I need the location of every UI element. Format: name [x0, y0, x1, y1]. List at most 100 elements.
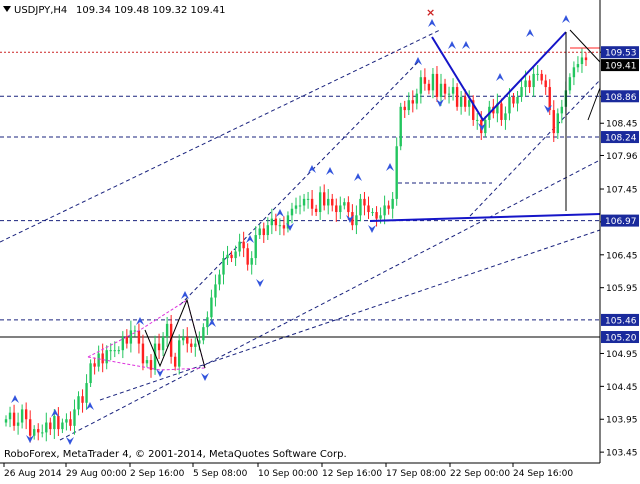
candle-body	[379, 215, 382, 219]
candle-body	[262, 228, 265, 236]
time-tick-label: 22 Sep 00:00	[450, 469, 510, 479]
candle-body	[508, 96, 511, 114]
candle-body	[125, 337, 129, 344]
candle-body	[427, 83, 431, 91]
candle-body	[556, 113, 559, 134]
candle-body	[580, 57, 584, 65]
candle-body	[85, 383, 88, 403]
candle-body	[157, 343, 161, 351]
candle-body	[327, 198, 330, 206]
candle-body	[89, 363, 92, 384]
candle-body	[4, 419, 8, 423]
candle-body	[274, 218, 278, 226]
candle-body	[459, 96, 463, 107]
candle-body	[165, 323, 169, 338]
time-tick-label: 17 Sep 08:00	[386, 469, 446, 479]
candle-body	[194, 343, 197, 347]
candle-body	[250, 258, 253, 265]
candle-body	[12, 412, 16, 426]
candle-body	[270, 218, 274, 226]
candle-body	[314, 208, 318, 213]
top-marker-icon: ×	[426, 6, 435, 19]
candle-body	[73, 409, 76, 426]
candle-body	[81, 396, 84, 403]
candle-body	[504, 113, 507, 120]
candle-body	[476, 119, 479, 121]
candle-body	[178, 340, 181, 367]
candle-body	[258, 228, 261, 236]
time-tick-label: 2 Sep 16:00	[130, 469, 185, 479]
candle-body	[367, 205, 370, 213]
candle-body	[439, 83, 443, 97]
time-tick-label: 12 Sep 16:00	[322, 469, 382, 479]
price-label-text: 109.41	[605, 62, 637, 72]
candle-body	[407, 100, 410, 111]
chart-window[interactable]: × USDJPY,H4 109.34 109.48 109.32 109.41 …	[0, 0, 640, 480]
candle-body	[8, 412, 12, 420]
candle-body	[161, 337, 165, 351]
candle-body	[383, 205, 386, 216]
price-label-text: 105.46	[605, 316, 637, 326]
candle-body	[339, 205, 342, 213]
candle-body	[190, 343, 193, 347]
candle-body	[419, 77, 423, 94]
candle-body	[109, 350, 112, 352]
candle-body	[246, 248, 249, 265]
price-chart[interactable]: × USDJPY,H4 109.34 109.48 109.32 109.41 …	[0, 0, 640, 480]
candle-body	[65, 419, 68, 423]
candle-body	[238, 241, 241, 252]
candle-body	[435, 73, 439, 97]
price-label-text: 108.86	[605, 93, 637, 103]
candle-body	[69, 419, 72, 426]
candle-body	[431, 73, 435, 91]
time-tick-label: 29 Aug 00:00	[66, 469, 127, 479]
candle-body	[516, 96, 519, 104]
candle-body	[399, 106, 402, 147]
candle-body	[294, 205, 298, 209]
candle-body	[53, 415, 56, 430]
candle-body	[568, 77, 572, 91]
candle-body	[540, 73, 543, 81]
candle-body	[544, 80, 547, 88]
candle-body	[137, 330, 141, 344]
candle-body	[347, 202, 350, 213]
candle-body	[101, 353, 104, 364]
price-tick-label: 104.95	[606, 350, 638, 360]
candle-body	[467, 100, 471, 107]
candle-body	[455, 87, 459, 107]
candle-body	[97, 353, 100, 367]
candle-body	[254, 235, 257, 259]
candle-body	[355, 215, 358, 226]
candle-body	[524, 80, 527, 88]
price-label-text: 109.53	[605, 49, 637, 59]
candle-body	[210, 297, 213, 318]
price-tick-label: 105.95	[606, 284, 638, 294]
price-label-text: 108.24	[605, 134, 637, 144]
candle-body	[447, 93, 451, 95]
candle-body	[375, 212, 378, 219]
candle-body	[242, 241, 245, 249]
chart-ohlc: 109.34 109.48 109.32 109.41	[76, 5, 226, 16]
candle-body	[532, 73, 535, 88]
candle-body	[415, 93, 419, 104]
candle-body	[363, 198, 366, 206]
candle-body	[512, 96, 515, 104]
candle-body	[20, 409, 24, 423]
candle-body	[230, 254, 233, 259]
candle-body	[463, 96, 467, 107]
candle-body	[318, 192, 322, 213]
candle-body	[343, 202, 346, 206]
candle-body	[121, 337, 125, 351]
candle-body	[359, 198, 362, 216]
candle-body	[218, 274, 221, 285]
price-tick-label: 103.45	[606, 449, 638, 459]
candle-body	[423, 77, 427, 84]
candle-body	[282, 225, 286, 229]
candle-body	[536, 73, 539, 75]
candle-body	[576, 64, 580, 68]
candle-body	[61, 422, 64, 430]
candle-body	[403, 106, 406, 111]
candle-body	[500, 103, 503, 120]
chart-symbol: USDJPY,H4	[14, 5, 67, 16]
candle-body	[77, 396, 80, 410]
